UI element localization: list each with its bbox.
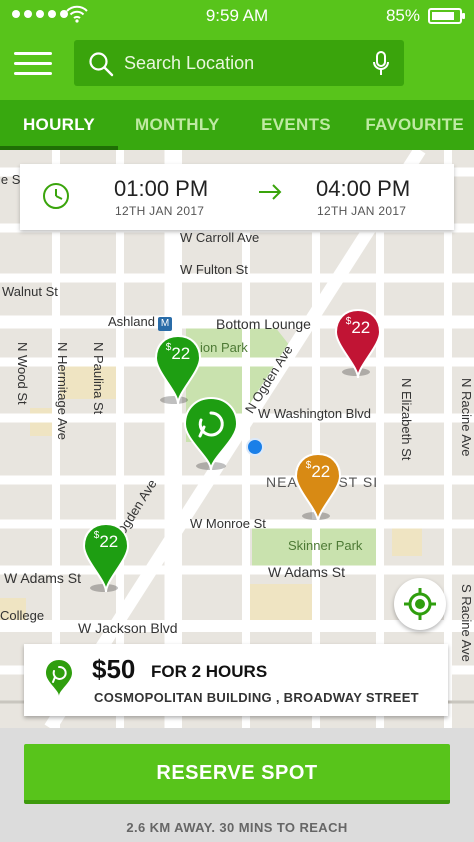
- pin-price: $22: [345, 316, 371, 337]
- map-label: W Washington Blvd: [258, 406, 371, 421]
- reserve-spot-button[interactable]: RESERVE SPOT: [24, 744, 450, 804]
- map-label: Skinner Park: [288, 538, 363, 553]
- map-label: ion Park: [200, 340, 248, 355]
- end-time[interactable]: 04:00 PM: [316, 176, 410, 202]
- clock-icon: [43, 183, 69, 209]
- start-date: 12TH JAN 2017: [115, 204, 205, 218]
- parking-pin[interactable]: $22: [81, 522, 131, 594]
- map-label: Bottom Lounge: [216, 316, 311, 332]
- battery-percentage: 85%: [385, 6, 420, 25]
- parking-spot-card[interactable]: $50 FOR 2 HOURS COSMOPOLITAN BUILDING , …: [24, 644, 448, 716]
- pin-price: $22: [165, 342, 191, 363]
- pin-price: $22: [305, 460, 331, 481]
- search-icon: [89, 52, 114, 77]
- map-label: N Wood St: [15, 342, 30, 405]
- start-time[interactable]: 01:00 PM: [114, 176, 208, 202]
- time-range-card[interactable]: 01:00 PM 12TH JAN 2017 04:00 PM 12TH JAN…: [20, 164, 454, 230]
- map-label-ashland: Ashland M: [108, 314, 172, 331]
- tab-events[interactable]: EVENTS: [237, 100, 356, 150]
- pin-price: $22: [93, 530, 119, 551]
- map-label: W Fulton St: [180, 262, 248, 277]
- battery-icon: [428, 8, 465, 24]
- map-label: N Elizabeth St: [399, 378, 414, 461]
- map-label: College: [0, 608, 45, 623]
- parking-pin[interactable]: $22: [293, 452, 343, 524]
- map-label: W Adams St: [4, 570, 82, 586]
- map-label: N Racine Ave: [459, 378, 474, 457]
- bottom-panel: RESERVE SPOT 2.6 KM AWAY. 30 MINS TO REA…: [0, 728, 474, 842]
- crosshair-icon: [404, 588, 436, 620]
- map-label: W Monroe St: [190, 516, 266, 531]
- map-label: W Adams St: [268, 564, 346, 580]
- arrow-right-icon: [259, 184, 282, 200]
- app-header: [0, 30, 474, 100]
- map-label: W Carroll Ave: [180, 230, 260, 245]
- map-label: N Paulina St: [91, 342, 106, 415]
- status-bar: 9:59 AM 85%: [0, 0, 474, 30]
- station-name: Ashland: [108, 314, 155, 329]
- tab-hourly[interactable]: HOURLY: [0, 100, 118, 150]
- tab-favourite[interactable]: FAVOURITE: [355, 100, 474, 150]
- parking-pin[interactable]: $22: [333, 308, 383, 380]
- search-input[interactable]: [124, 48, 354, 78]
- spot-duration: FOR 2 HOURS: [151, 662, 268, 681]
- search-bar[interactable]: [74, 40, 404, 86]
- selected-parking-pin[interactable]: [182, 396, 240, 472]
- spot-price: $50: [92, 654, 136, 684]
- map-label: N Hermitage Ave: [55, 342, 70, 441]
- my-location-button[interactable]: [394, 578, 446, 630]
- spot-address: COSMOPOLITAN BUILDING , BROADWAY STREET: [94, 690, 419, 705]
- metro-icon: M: [157, 317, 172, 331]
- hamburger-menu-button[interactable]: [14, 50, 52, 78]
- map-label: Walnut St: [2, 284, 58, 299]
- tab-bar: HOURLY MONTHLY EVENTS FAVOURITE: [0, 100, 474, 150]
- distance-info: 2.6 KM AWAY. 30 MINS TO REACH: [126, 820, 348, 835]
- location-pin-icon: [46, 660, 72, 696]
- tab-monthly[interactable]: MONTHLY: [118, 100, 237, 150]
- microphone-icon[interactable]: [372, 51, 390, 77]
- map-label: W Jackson Blvd: [78, 620, 178, 636]
- map-label: S Racine Ave: [459, 584, 474, 662]
- end-date: 12TH JAN 2017: [317, 204, 407, 218]
- current-location-dot: [246, 438, 264, 456]
- map-view[interactable]: ie St W Carroll Ave W Fulton St Walnut S…: [0, 150, 474, 728]
